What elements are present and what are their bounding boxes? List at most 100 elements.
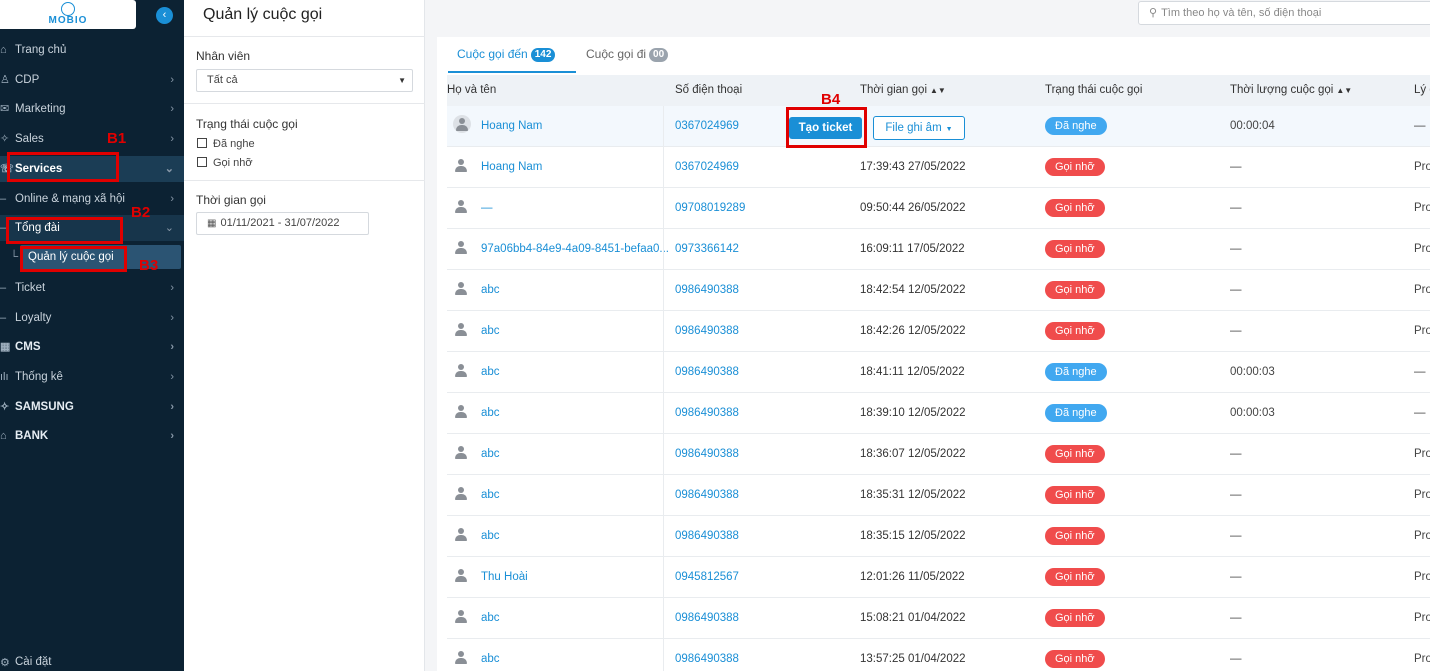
column-divider (663, 188, 664, 228)
table-row[interactable]: abc 0986490388 18:36:07 12/05/2022 Gọi nhỡ —… (447, 434, 1430, 475)
chevron-right-icon: › (170, 103, 174, 115)
sidebar-item-bank[interactable]: ⌂ BANK › (0, 423, 184, 449)
tab-incoming-calls[interactable]: Cuộc gọi đến 142 (457, 47, 556, 62)
date-range-picker[interactable]: ▦ 01/11/2021 - 31/07/2022 (196, 212, 369, 235)
contact-name-link[interactable]: abc (481, 598, 669, 638)
annotation-label-b1: B1 (107, 130, 127, 147)
phone-number-link[interactable]: 0986490388 (675, 352, 739, 392)
recording-file-button[interactable]: File ghi âm ▼ (873, 116, 965, 140)
table-row[interactable]: abc 0986490388 18:35:15 12/05/2022 Gọi nhỡ —… (447, 516, 1430, 557)
table-row[interactable]: 97a06bb4-84e9-4a09-8451-befaa0... 0973366… (447, 229, 1430, 270)
reason-cell: Pro (1414, 653, 1430, 665)
column-header-duration[interactable]: Thời lượng cuộc gọi ▲▼ (1230, 75, 1352, 106)
phone-number-link[interactable]: 0986490388 (675, 311, 739, 351)
employee-select[interactable]: Tất cả ▼ (196, 69, 413, 92)
phone-number-link[interactable]: 0986490388 (675, 598, 739, 638)
phone-number-link[interactable]: 0986490388 (675, 475, 739, 515)
table-row[interactable]: Thu Hoài 0945812567 12:01:26 11/05/2022 Gọi… (447, 557, 1430, 598)
phone-number-link[interactable]: 0986490388 (675, 639, 739, 671)
sidebar-item-samsung[interactable]: ✧ SAMSUNG › (0, 394, 184, 420)
phone-number-link[interactable]: 0986490388 (675, 434, 739, 474)
phone-number-link[interactable]: 0945812567 (675, 557, 739, 597)
sort-icon: ▲▼ (1336, 86, 1353, 95)
table-row[interactable]: abc 0986490388 18:41:11 12/05/2022 Đã nghe 0… (447, 352, 1430, 393)
contact-name-link[interactable]: abc (481, 270, 669, 310)
chevron-right-icon: › (170, 341, 174, 353)
contact-name-link[interactable]: abc (481, 475, 669, 515)
contact-name-link[interactable]: abc (481, 434, 669, 474)
contact-name-link[interactable]: abc (481, 352, 669, 392)
search-input[interactable]: ⚲ Tìm theo họ và tên, số điện thoại (1138, 1, 1430, 25)
chart-icon: ılı (0, 371, 9, 383)
person-icon (455, 200, 467, 216)
sidebar-item-cdp[interactable]: ♙ CDP › (0, 67, 184, 93)
sidebar-item-sales[interactable]: ✧ Sales › (0, 126, 184, 152)
sidebar-item-settings[interactable]: ⚙ Cài đặt (0, 656, 51, 669)
status-option-missed[interactable]: Gọi nhỡ (197, 157, 253, 169)
sidebar-item-ticket[interactable]: – Ticket › (0, 275, 184, 301)
column-header-call-time[interactable]: Thời gian gọi ▲▼ (860, 75, 946, 106)
annotation-box-b4 (786, 107, 867, 148)
chevron-down-icon: ⌄ (164, 222, 174, 234)
table-row[interactable]: abc 0986490388 15:08:21 01/04/2022 Gọi nhỡ —… (447, 598, 1430, 639)
bank-icon: ⌂ (0, 430, 7, 442)
sidebar-item-cms[interactable]: ▦ CMS › (0, 334, 184, 360)
column-divider (663, 147, 664, 187)
contact-name-link[interactable]: abc (481, 639, 669, 671)
contact-name-link[interactable]: Thu Hoài (481, 557, 669, 597)
table-row[interactable]: Hoang Nam 0367024969 17:39:43 27/05/2022 Gọ… (447, 147, 1430, 188)
contact-name-link[interactable]: Hoang Nam (481, 147, 669, 187)
sidebar-item-home[interactable]: ⌂ Trang chủ (0, 37, 184, 63)
dash-icon: – (0, 193, 7, 205)
reason-cell: Pro (1414, 325, 1430, 337)
phone-number-link[interactable]: 0973366142 (675, 229, 739, 269)
person-icon (455, 569, 467, 585)
table-row[interactable]: abc 0986490388 18:39:10 12/05/2022 Đã nghe 0… (447, 393, 1430, 434)
annotation-box-b3 (20, 246, 127, 272)
annotation-label-b2: B2 (131, 204, 151, 221)
chevron-right-icon: › (170, 401, 174, 413)
tab-outgoing-calls[interactable]: Cuộc gọi đi 00 (586, 47, 669, 62)
table-row[interactable]: —09708019289 09:50:44 26/05/2022 Gọi nhỡ — P… (447, 188, 1430, 229)
status-option-answered[interactable]: Đã nghe (197, 138, 255, 150)
status-badge: Gọi nhỡ (1045, 281, 1105, 299)
phone-number-link[interactable]: 0367024969 (675, 106, 739, 146)
column-header-name: Họ và tên (447, 84, 497, 96)
collapse-sidebar-button[interactable]: ‹ (156, 7, 173, 24)
contact-name-link[interactable]: 97a06bb4-84e9-4a09-8451-befaa0... (481, 229, 669, 269)
reason-cell: Pro (1414, 530, 1430, 542)
phone-number-link[interactable]: 0986490388 (675, 270, 739, 310)
table-row[interactable]: abc 0986490388 18:35:31 12/05/2022 Gọi nhỡ —… (447, 475, 1430, 516)
checkbox[interactable] (197, 138, 207, 148)
phone-number-link[interactable]: 09708019289 (675, 188, 745, 228)
contact-name-link[interactable]: Hoang Nam (481, 106, 669, 146)
reason-cell: — (1414, 120, 1426, 132)
column-divider (663, 475, 664, 515)
sidebar-item-statistics[interactable]: ılı Thống kê › (0, 364, 184, 390)
checkbox[interactable] (197, 157, 207, 167)
sidebar-item-loyalty[interactable]: – Loyalty › (0, 305, 184, 331)
contact-name-link[interactable]: abc (481, 393, 669, 433)
caret-down-icon: ▼ (945, 126, 953, 133)
phone-number-link[interactable]: 0986490388 (675, 516, 739, 556)
status-badge: Gọi nhỡ (1045, 322, 1105, 340)
contact-name-link[interactable]: abc (481, 311, 669, 351)
contact-name-link[interactable]: abc (481, 516, 669, 556)
sidebar-item-marketing[interactable]: ✉ Marketing › (0, 96, 184, 122)
call-time: 18:41:11 12/05/2022 (860, 366, 965, 378)
call-time: 18:42:26 12/05/2022 (860, 325, 966, 337)
table-header: Họ và tên Số điện thoại Thời gian gọi ▲▼ … (447, 75, 1430, 106)
sidebar-item-online-social[interactable]: – Online & mạng xã hội › (0, 186, 184, 212)
phone-number-link[interactable]: 0986490388 (675, 393, 739, 433)
person-icon (455, 405, 467, 421)
call-duration: — (1230, 202, 1242, 214)
logo[interactable]: MOBIO (0, 0, 136, 29)
call-time: 18:35:15 12/05/2022 (860, 530, 966, 542)
table-row[interactable]: abc 0986490388 18:42:26 12/05/2022 Gọi nhỡ —… (447, 311, 1430, 352)
phone-number-link[interactable]: 0367024969 (675, 147, 739, 187)
contact-name-link[interactable]: — (481, 188, 669, 228)
table-row[interactable]: abc 0986490388 13:57:25 01/04/2022 Gọi nhỡ —… (447, 639, 1430, 671)
call-duration: — (1230, 284, 1242, 296)
tree-branch-icon: └ (10, 251, 19, 263)
table-row[interactable]: abc 0986490388 18:42:54 12/05/2022 Gọi nhỡ —… (447, 270, 1430, 311)
